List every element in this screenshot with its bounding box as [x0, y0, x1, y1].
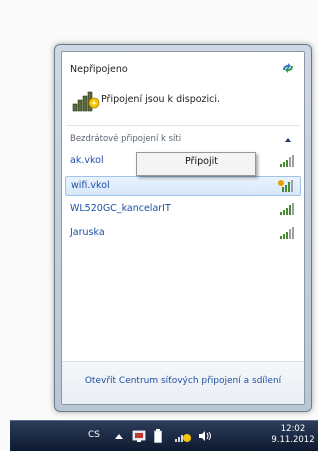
battery-icon[interactable] — [154, 429, 162, 443]
system-clock[interactable]: 12:02 9.11.2012 — [270, 424, 316, 446]
network-name: Jaruska — [70, 227, 105, 238]
network-icon[interactable] — [174, 429, 192, 443]
section-label: Bezdrátové připojení k síti — [70, 134, 182, 144]
signal-strength-icon — [280, 227, 294, 239]
connect-label: Připojit — [185, 156, 218, 167]
flyout-panel: Nepřipojeno Připojení jsou k dispozici. — [61, 51, 305, 405]
network-item[interactable]: WL520GC_kancelarIT — [65, 200, 301, 220]
language-indicator[interactable]: CS — [88, 430, 100, 440]
open-network-center-link[interactable]: Otevřít Centrum síťových připojení a sdí… — [62, 376, 304, 386]
desktop: Nepřipojeno Připojení jsou k dispozici. — [0, 0, 318, 451]
action-center-icon[interactable] — [132, 429, 146, 443]
signal-strength-icon — [280, 203, 294, 215]
clock-time: 12:02 — [280, 424, 306, 434]
network-name: wifi.vkol — [71, 180, 110, 191]
divider — [66, 125, 300, 126]
show-hidden-icons-icon[interactable] — [114, 429, 124, 443]
signal-strength-icon — [280, 155, 294, 167]
secured-signal-icon — [278, 180, 293, 192]
status-title: Nepřipojeno — [70, 64, 128, 75]
clock-date: 9.11.2012 — [271, 435, 315, 445]
flyout-footer: Otevřít Centrum síťových připojení a sdí… — [62, 361, 304, 404]
connection-status-area: Nepřipojeno Připojení jsou k dispozici. — [62, 52, 304, 120]
network-item-selected[interactable]: wifi.vkol — [65, 176, 301, 196]
network-item[interactable]: Jaruska — [65, 224, 301, 244]
connections-available-icon — [72, 91, 100, 112]
status-description: Připojení jsou k dispozici. — [101, 94, 221, 105]
connect-button[interactable]: Připojit — [139, 155, 253, 173]
refresh-icon[interactable] — [280, 61, 296, 75]
volume-icon[interactable] — [198, 429, 212, 443]
network-name: WL520GC_kancelarIT — [70, 203, 171, 214]
network-name: ak.vkol — [70, 155, 104, 166]
chevron-up-icon[interactable] — [284, 136, 292, 144]
context-menu: Připojit — [136, 152, 256, 176]
taskbar: CS 12:02 9.11.2012 — [10, 420, 318, 451]
network-flyout: Nepřipojeno Připojení jsou k dispozici. — [54, 44, 312, 412]
wireless-section-header[interactable]: Bezdrátové připojení k síti — [62, 130, 304, 150]
